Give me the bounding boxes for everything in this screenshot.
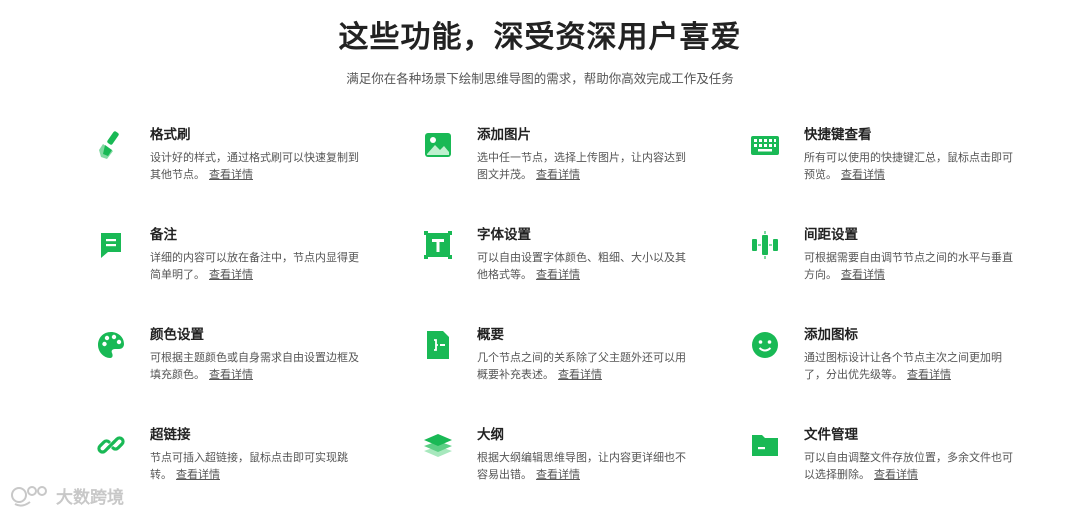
image-icon [423, 130, 453, 160]
feature-title: 添加图片 [477, 127, 531, 143]
view-details-link[interactable]: 查看详情 [209, 168, 253, 181]
feature-item-add-icon: 添加图标 通过图标设计让各个节点主次之间更加明了，分出优先级等。 查看详情 [750, 326, 1026, 426]
feature-description: 通过图标设计让各个节点主次之间更加明了，分出优先级等。 查看详情 [804, 351, 1002, 381]
feature-title: 添加图标 [804, 327, 858, 343]
feature-description: 节点可插入超链接，鼠标点击即可实现跳转。 查看详情 [150, 451, 348, 481]
feature-title: 颜色设置 [150, 327, 204, 343]
view-details-link[interactable]: 查看详情 [907, 368, 951, 381]
feature-title: 备注 [150, 227, 177, 243]
smiley-icon [750, 330, 780, 360]
text-font-icon [423, 230, 453, 260]
feature-item-spacing: 间距设置 可根据需要自由调节节点之间的水平与垂直方向。 查看详情 [750, 226, 1026, 326]
outline-layers-icon [423, 430, 453, 460]
feature-description: 详细的内容可以放在备注中，节点内显得更简单明了。 查看详情 [150, 251, 359, 281]
keyboard-icon [750, 130, 780, 160]
feature-description: 可以自由设置字体颜色、粗细、大小以及其他格式等。 查看详情 [477, 251, 686, 281]
feature-item-summary: 概要 几个节点之间的关系除了父主题外还可以用概要补充表述。 查看详情 [423, 326, 750, 426]
feature-item-shortcuts: 快捷键查看 所有可以使用的快捷键汇总，鼠标点击即可预览。 查看详情 [750, 126, 1026, 226]
view-details-link[interactable]: 查看详情 [536, 168, 580, 181]
feature-item-hyperlink: 超链接 节点可插入超链接，鼠标点击即可实现跳转。 查看详情 [96, 426, 423, 526]
summary-icon [423, 330, 453, 360]
feature-item-format-brush: 格式刷 设计好的样式，通过格式刷可以快速复制到其他节点。 查看详情 [96, 126, 423, 226]
feature-title: 文件管理 [804, 427, 858, 443]
feature-item-file-management: 文件管理 可以自由调整文件存放位置，多余文件也可以选择删除。 查看详情 [750, 426, 1026, 526]
page-subtitle: 满足你在各种场景下绘制思维导图的需求，帮助你高效完成工作及任务 [346, 71, 734, 86]
feature-title: 字体设置 [477, 227, 531, 243]
view-details-link[interactable]: 查看详情 [176, 468, 220, 481]
feature-item-note: 备注 详细的内容可以放在备注中，节点内显得更简单明了。 查看详情 [96, 226, 423, 326]
view-details-link[interactable]: 查看详情 [841, 168, 885, 181]
spacing-icon [750, 230, 780, 260]
view-details-link[interactable]: 查看详情 [558, 368, 602, 381]
view-details-link[interactable]: 查看详情 [209, 368, 253, 381]
feature-description: 根据大纲编辑思维导图，让内容更详细也不容易出错。 查看详情 [477, 451, 686, 481]
view-details-link[interactable]: 查看详情 [874, 468, 918, 481]
view-details-link[interactable]: 查看详情 [209, 268, 253, 281]
feature-description: 可根据主题颜色或自身需求自由设置边框及填充颜色。 查看详情 [150, 351, 359, 381]
folder-icon [750, 430, 780, 460]
watermark-text: 大数跨境 [56, 487, 124, 508]
view-details-link[interactable]: 查看详情 [841, 268, 885, 281]
feature-grid: 格式刷 设计好的样式，通过格式刷可以快速复制到其他节点。 查看详情 添加图片 选中… [96, 126, 1026, 526]
feature-item-font: 字体设置 可以自由设置字体颜色、粗细、大小以及其他格式等。 查看详情 [423, 226, 750, 326]
note-icon [96, 230, 126, 260]
feature-description: 设计好的样式，通过格式刷可以快速复制到其他节点。 查看详情 [150, 151, 359, 181]
feature-title: 间距设置 [804, 227, 858, 243]
feature-title: 概要 [477, 327, 504, 343]
feature-item-add-image: 添加图片 选中任一节点，选择上传图片，让内容达到图文并茂。 查看详情 [423, 126, 750, 226]
feature-title: 快捷键查看 [804, 127, 872, 143]
feature-title: 格式刷 [150, 127, 191, 143]
feature-title: 超链接 [150, 427, 191, 443]
feature-description: 可根据需要自由调节节点之间的水平与垂直方向。 查看详情 [804, 251, 1013, 281]
feature-item-color: 颜色设置 可根据主题颜色或自身需求自由设置边框及填充颜色。 查看详情 [96, 326, 423, 426]
watermark: 大数跨境 [10, 482, 124, 508]
view-details-link[interactable]: 查看详情 [536, 468, 580, 481]
page-title: 这些功能，深受资深用户喜爱 [338, 20, 742, 55]
feature-title: 大纲 [477, 427, 504, 443]
palette-icon [96, 330, 126, 360]
feature-description: 几个节点之间的关系除了父主题外还可以用概要补充表述。 查看详情 [477, 351, 686, 381]
watermark-logo-icon [11, 486, 47, 507]
link-icon [96, 430, 126, 460]
format-brush-icon [96, 130, 126, 160]
feature-description: 所有可以使用的快捷键汇总，鼠标点击即可预览。 查看详情 [804, 151, 1013, 181]
view-details-link[interactable]: 查看详情 [536, 268, 580, 281]
feature-description: 选中任一节点，选择上传图片，让内容达到图文并茂。 查看详情 [477, 151, 686, 181]
feature-item-outline: 大纲 根据大纲编辑思维导图，让内容更详细也不容易出错。 查看详情 [423, 426, 750, 526]
feature-description: 可以自由调整文件存放位置，多余文件也可以选择删除。 查看详情 [804, 451, 1013, 481]
